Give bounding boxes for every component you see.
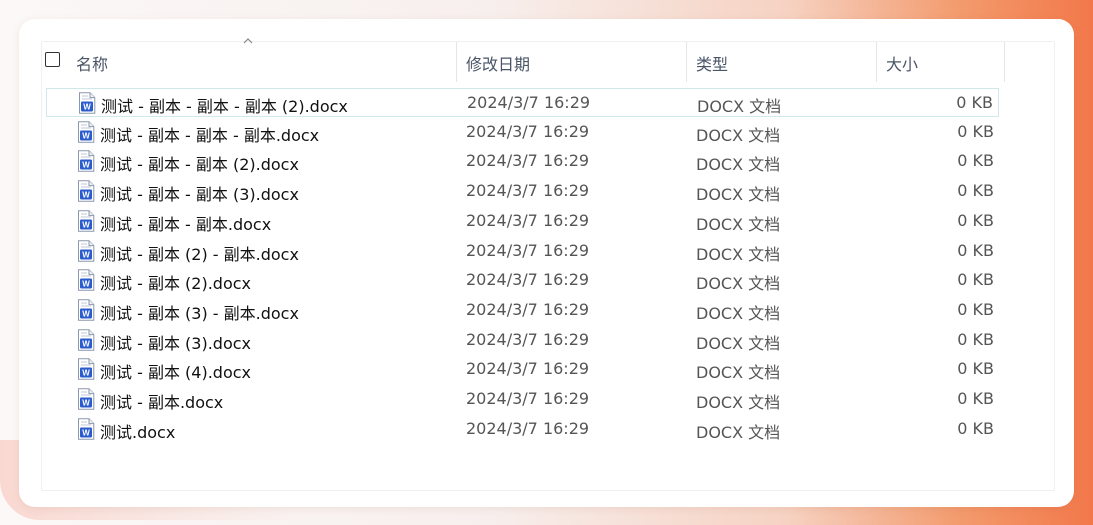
file-size: 0 KB xyxy=(957,299,994,319)
file-modified-date: 2024/3/7 16:29 xyxy=(466,299,590,319)
word-document-icon: W xyxy=(77,388,95,410)
column-divider[interactable] xyxy=(456,42,457,82)
word-document-icon: W xyxy=(77,150,95,173)
file-size: 0 KB xyxy=(957,389,994,408)
file-name: 测试 - 副本 - 副本 (2).docx xyxy=(100,155,299,175)
file-row[interactable]: W 测试 - 副本 - 副本 (3).docx 2024/3/7 16:29 DOCX… xyxy=(46,177,999,206)
word-document-icon: W xyxy=(77,299,95,321)
file-modified-date: 2024/3/7 16:29 xyxy=(466,240,590,260)
file-row[interactable]: W 测试 - 副本.docx 2024/3/7 16:29 DOCX 文档 0 KB xyxy=(46,385,999,414)
file-size: 0 KB xyxy=(957,210,994,230)
file-name: 测试 - 副本.docx xyxy=(100,393,224,412)
file-name: 测试 - 副本 - 副本.docx xyxy=(100,214,272,234)
file-type: DOCX 文档 xyxy=(696,274,781,294)
word-document-icon: W xyxy=(77,210,95,232)
file-type: DOCX 文档 xyxy=(696,393,781,412)
column-header-row: 名称 修改日期 类型 大小 xyxy=(42,38,1027,82)
svg-text:W: W xyxy=(82,399,90,408)
svg-text:W: W xyxy=(82,280,90,289)
svg-text:W: W xyxy=(82,161,90,170)
svg-text:W: W xyxy=(82,369,90,378)
file-size: 0 KB xyxy=(957,151,994,171)
file-size: 0 KB xyxy=(957,418,994,438)
file-type: DOCX 文档 xyxy=(696,422,781,442)
file-row[interactable]: W 测试 - 副本 (2) - 副本.docx 2024/3/7 16:29 DOCX… xyxy=(46,237,999,266)
svg-text:W: W xyxy=(82,250,90,259)
file-type: DOCX 文档 xyxy=(696,155,781,175)
file-modified-date: 2024/3/7 16:29 xyxy=(466,329,590,349)
file-name: 测试 - 副本 - 副本 (3).docx xyxy=(100,185,299,205)
file-type: DOCX 文档 xyxy=(696,185,781,205)
file-type: DOCX 文档 xyxy=(696,303,781,323)
file-name: 测试 - 副本 (2).docx xyxy=(100,274,251,294)
word-document-icon: W xyxy=(77,120,95,143)
file-type: DOCX 文档 xyxy=(696,125,781,145)
word-document-icon: W xyxy=(77,180,95,202)
file-modified-date: 2024/3/7 16:29 xyxy=(466,151,590,171)
word-document-icon: W xyxy=(77,239,95,262)
file-row[interactable]: W 测试 - 副本 - 副本.docx 2024/3/7 16:29 DOCX 文档 0… xyxy=(46,207,999,236)
column-divider[interactable] xyxy=(876,42,877,82)
column-divider[interactable] xyxy=(686,42,687,82)
column-header-type[interactable]: 类型 xyxy=(696,51,728,75)
column-header-date[interactable]: 修改日期 xyxy=(466,51,530,75)
svg-text:W: W xyxy=(82,220,90,229)
word-document-icon: W xyxy=(77,417,95,440)
file-row[interactable]: W 测试 - 副本 (3).docx 2024/3/7 16:29 DOCX 文档 0 … xyxy=(46,326,999,355)
column-divider[interactable] xyxy=(1004,42,1005,82)
svg-text:W: W xyxy=(83,103,91,112)
file-name: 测试 - 副本 (4).docx xyxy=(100,363,251,383)
file-list-view: 名称 修改日期 类型 大小 W 测试 - 副本 - 副本 - 副本 (2).doc… xyxy=(41,38,1055,491)
file-size: 0 KB xyxy=(956,93,993,112)
file-modified-date: 2024/3/7 16:29 xyxy=(466,181,590,201)
word-document-icon: W xyxy=(77,328,95,351)
explorer-window: 名称 修改日期 类型 大小 W 测试 - 副本 - 副本 - 副本 (2).doc… xyxy=(19,19,1074,507)
file-type: DOCX 文档 xyxy=(696,333,781,353)
sort-ascending-icon[interactable] xyxy=(242,36,254,46)
file-size: 0 KB xyxy=(957,329,994,349)
file-type: DOCX 文档 xyxy=(697,97,782,116)
file-type: DOCX 文档 xyxy=(696,244,781,264)
word-document-icon: W xyxy=(78,92,96,114)
svg-text:W: W xyxy=(82,339,90,348)
column-header-name[interactable]: 名称 xyxy=(76,51,108,75)
select-all-checkbox[interactable] xyxy=(45,52,60,67)
word-document-icon: W xyxy=(77,269,95,291)
file-row[interactable]: W 测试.docx 2024/3/7 16:29 DOCX 文档 0 KB xyxy=(46,415,999,444)
file-row[interactable]: W 测试 - 副本 - 副本 - 副本.docx 2024/3/7 16:29 DOC… xyxy=(46,118,999,147)
file-row[interactable]: W 测试 - 副本 - 副本 - 副本 (2).docx 2024/3/7 16:2… xyxy=(46,88,999,117)
svg-text:W: W xyxy=(82,191,90,200)
file-name: 测试 - 副本 (3).docx xyxy=(100,333,251,353)
file-size: 0 KB xyxy=(957,121,994,141)
file-size: 0 KB xyxy=(957,270,994,290)
file-modified-date: 2024/3/7 16:29 xyxy=(466,210,590,230)
file-modified-date: 2024/3/7 16:29 xyxy=(466,121,590,141)
file-size: 0 KB xyxy=(957,240,994,260)
file-modified-date: 2024/3/7 16:29 xyxy=(466,418,590,438)
file-type: DOCX 文档 xyxy=(696,363,781,383)
file-row[interactable]: W 测试 - 副本 (2).docx 2024/3/7 16:29 DOCX 文档 0 … xyxy=(46,266,999,295)
file-type: DOCX 文档 xyxy=(696,214,781,234)
file-modified-date: 2024/3/7 16:29 xyxy=(466,270,590,290)
file-row[interactable]: W 测试 - 副本 (4).docx 2024/3/7 16:29 DOCX 文档 0 … xyxy=(46,355,999,384)
file-name: 测试 - 副本 - 副本 - 副本 (2).docx xyxy=(101,97,348,116)
file-name: 测试 - 副本 (2) - 副本.docx xyxy=(100,244,299,264)
file-modified-date: 2024/3/7 16:29 xyxy=(466,359,590,379)
file-size: 0 KB xyxy=(957,359,994,379)
svg-text:W: W xyxy=(82,428,90,437)
file-modified-date: 2024/3/7 16:29 xyxy=(467,93,591,112)
svg-text:W: W xyxy=(82,309,90,318)
file-row[interactable]: W 测试 - 副本 (3) - 副本.docx 2024/3/7 16:29 DOCX… xyxy=(46,296,999,325)
file-name: 测试 - 副本 (3) - 副本.docx xyxy=(100,303,299,323)
file-size: 0 KB xyxy=(957,181,994,201)
file-name: 测试.docx xyxy=(100,422,176,442)
file-name: 测试 - 副本 - 副本 - 副本.docx xyxy=(100,125,320,145)
column-header-size[interactable]: 大小 xyxy=(886,51,918,75)
file-row[interactable]: W 测试 - 副本 - 副本 (2).docx 2024/3/7 16:29 DOCX… xyxy=(46,147,999,176)
file-modified-date: 2024/3/7 16:29 xyxy=(466,389,590,408)
word-document-icon: W xyxy=(77,358,95,380)
svg-text:W: W xyxy=(82,131,90,140)
